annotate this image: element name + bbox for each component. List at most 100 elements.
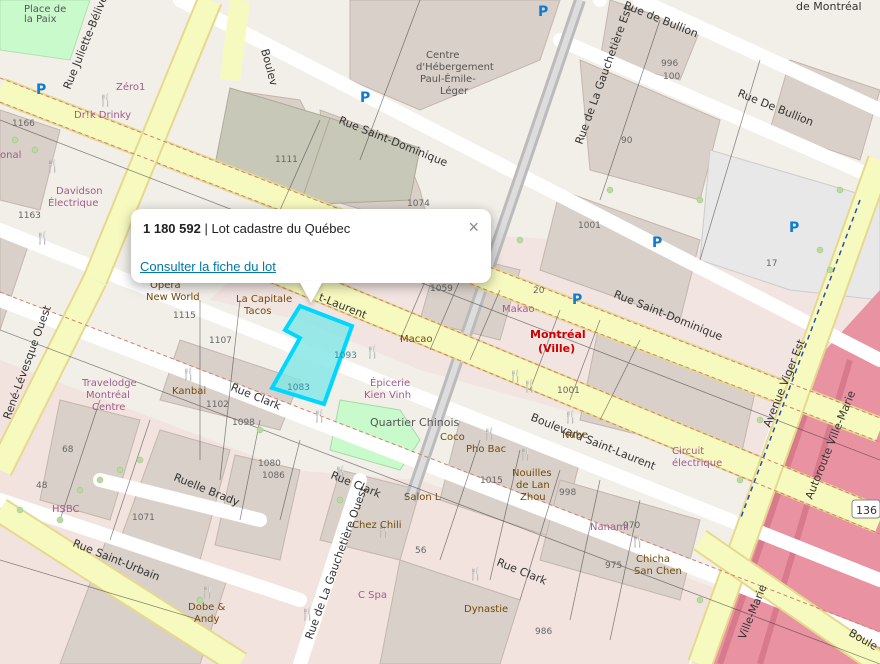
svg-text:La Capitale: La Capitale — [236, 294, 292, 305]
svg-text:Centre: Centre — [426, 50, 459, 61]
svg-text:Dr!k Drinky: Dr!k Drinky — [74, 110, 131, 121]
svg-text:1115: 1115 — [173, 311, 196, 321]
svg-text:🍴: 🍴 — [98, 93, 113, 107]
svg-text:Makao: Makao — [502, 304, 535, 315]
lot-number: 1 180 592 — [143, 221, 201, 236]
svg-text:(Ville): (Ville) — [538, 342, 575, 355]
svg-text:Nabe: Nabe — [562, 430, 588, 441]
svg-text:Davidson: Davidson — [56, 186, 103, 197]
svg-text:P: P — [36, 82, 46, 98]
svg-text:🍴: 🍴 — [35, 231, 50, 245]
popup-title: 1 180 592 | Lot cadastre du Québec — [143, 221, 350, 236]
svg-text:Dobe &: Dobe & — [188, 602, 225, 613]
svg-text:90: 90 — [621, 136, 633, 146]
svg-text:Macao: Macao — [400, 334, 433, 345]
svg-text:d'Hébergement: d'Hébergement — [416, 61, 494, 73]
svg-text:🍴: 🍴 — [522, 379, 537, 393]
svg-text:HSBC: HSBC — [52, 504, 80, 515]
svg-text:Montréal: Montréal — [86, 389, 130, 401]
svg-text:P: P — [789, 220, 799, 236]
svg-text:🍴: 🍴 — [365, 345, 380, 359]
svg-text:1107: 1107 — [209, 336, 232, 346]
svg-text:Dynastie: Dynastie — [464, 604, 508, 615]
svg-text:1102: 1102 — [206, 400, 229, 410]
svg-text:Électrique: Électrique — [48, 196, 98, 209]
svg-text:C Spa: C Spa — [358, 590, 387, 601]
svg-text:100: 100 — [663, 72, 680, 82]
svg-text:P: P — [538, 4, 548, 20]
svg-text:🍴: 🍴 — [200, 585, 215, 599]
svg-text:1166: 1166 — [12, 119, 35, 129]
consult-lot-link[interactable]: Consulter la fiche du lot — [140, 259, 276, 274]
svg-text:🍴: 🍴 — [508, 369, 523, 383]
close-icon[interactable]: × — [468, 218, 479, 236]
svg-text:Andy: Andy — [194, 614, 220, 625]
svg-text:1111: 1111 — [275, 155, 298, 165]
svg-text:20: 20 — [533, 286, 545, 296]
svg-text:Pho Bac: Pho Bac — [466, 444, 506, 455]
svg-text:1086: 1086 — [262, 471, 285, 481]
svg-text:986: 986 — [535, 627, 552, 637]
svg-text:1001: 1001 — [578, 221, 601, 231]
svg-text:Salon L: Salon L — [404, 492, 441, 503]
svg-text:🍴: 🍴 — [563, 410, 578, 424]
svg-text:P: P — [572, 292, 582, 308]
svg-text:🍴: 🍴 — [45, 159, 60, 173]
svg-text:🍴: 🍴 — [468, 567, 483, 581]
svg-text:1163: 1163 — [18, 211, 41, 221]
svg-text:Quartier Chinois: Quartier Chinois — [370, 416, 460, 429]
svg-text:🍴: 🍴 — [181, 367, 196, 381]
svg-text:la Paix: la Paix — [24, 14, 57, 25]
map-tiles: 🍴 🍴 🍴 🍴 🍴 🍴 🍴 🍴 🍴 🍴 🍴 🍴 🍴 🍴 🍴 🍴 🍴 P P P … — [0, 0, 880, 664]
svg-text:Tacos: Tacos — [243, 306, 271, 317]
svg-text:1098: 1098 — [232, 418, 255, 428]
svg-text:68: 68 — [62, 445, 74, 455]
svg-text:San Chen: San Chen — [634, 566, 682, 577]
svg-text:🍴: 🍴 — [482, 427, 497, 441]
svg-text:électrique: électrique — [672, 457, 722, 469]
svg-text:Montréal: Montréal — [530, 328, 586, 341]
svg-text:1015: 1015 — [480, 476, 503, 486]
svg-text:1093: 1093 — [334, 351, 357, 361]
map-canvas[interactable]: 🍴 🍴 🍴 🍴 🍴 🍴 🍴 🍴 🍴 🍴 🍴 🍴 🍴 🍴 🍴 🍴 🍴 P P P … — [0, 0, 880, 664]
svg-text:56: 56 — [415, 546, 427, 556]
svg-text:970: 970 — [623, 521, 640, 531]
svg-text:1001: 1001 — [557, 386, 580, 396]
svg-text:🍴: 🍴 — [630, 534, 645, 548]
svg-text:de Lan: de Lan — [516, 480, 550, 491]
svg-text:Léger: Léger — [440, 85, 469, 97]
svg-text:🍴: 🍴 — [518, 447, 533, 461]
svg-text:Épicerie: Épicerie — [370, 376, 410, 389]
svg-text:1080: 1080 — [258, 459, 281, 469]
svg-text:de Montréal: de Montréal — [796, 0, 862, 13]
svg-text:Chez Chili: Chez Chili — [352, 520, 402, 531]
svg-text:Kanbai: Kanbai — [172, 386, 206, 397]
svg-text:998: 998 — [559, 488, 576, 498]
svg-text:Coco: Coco — [440, 432, 465, 443]
svg-text:136: 136 — [856, 504, 877, 517]
svg-text:48: 48 — [36, 481, 48, 491]
popup-tip — [299, 281, 323, 303]
lot-popup: 1 180 592 | Lot cadastre du Québec Consu… — [131, 209, 491, 303]
svg-text:975: 975 — [605, 561, 622, 571]
svg-text:P: P — [360, 90, 370, 106]
svg-text:Nouilles: Nouilles — [512, 468, 552, 479]
svg-text:17: 17 — [766, 259, 777, 269]
svg-text:1059: 1059 — [430, 284, 453, 294]
svg-text:🍴: 🍴 — [312, 409, 327, 423]
svg-text:Zéro1: Zéro1 — [116, 81, 145, 93]
svg-text:Chicha: Chicha — [636, 554, 670, 565]
svg-text:onal: onal — [0, 150, 21, 161]
svg-text:Centre: Centre — [92, 402, 125, 413]
svg-text:Zhou: Zhou — [520, 492, 546, 503]
svg-text:Paul-Émile-: Paul-Émile- — [420, 72, 476, 85]
svg-text:1074: 1074 — [407, 199, 430, 209]
svg-text:Circuit: Circuit — [672, 446, 704, 457]
svg-text:Travelodge: Travelodge — [81, 378, 137, 389]
lot-title-rest: | Lot cadastre du Québec — [200, 221, 351, 236]
svg-text:Kien Vinh: Kien Vinh — [364, 390, 411, 401]
svg-text:New World: New World — [146, 292, 200, 303]
svg-text:996: 996 — [661, 59, 678, 69]
svg-text:1071: 1071 — [132, 513, 155, 523]
svg-text:1083: 1083 — [287, 383, 310, 393]
